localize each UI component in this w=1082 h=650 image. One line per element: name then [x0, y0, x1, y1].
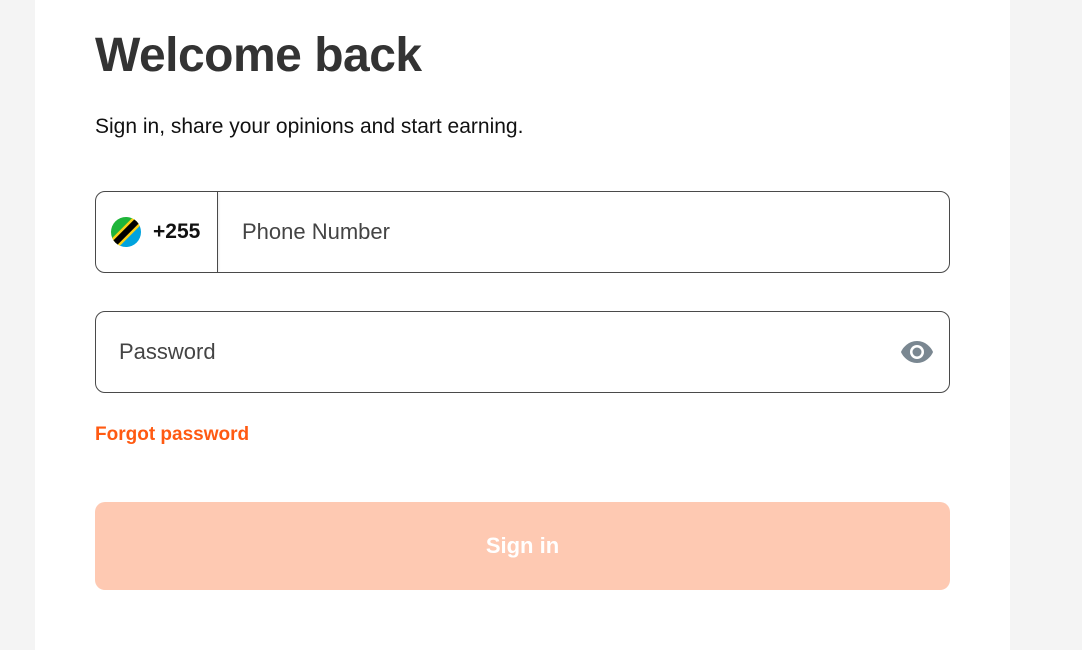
tanzania-flag-icon	[111, 217, 141, 247]
password-field	[95, 311, 950, 393]
eye-icon[interactable]	[900, 340, 934, 364]
password-input[interactable]	[96, 312, 900, 392]
phone-number-input[interactable]	[218, 192, 949, 272]
page-title: Welcome back	[95, 29, 422, 82]
phone-field: +255	[95, 191, 950, 273]
login-card: Welcome back Sign in, share your opinion…	[35, 0, 1010, 650]
dial-code: +255	[153, 220, 201, 243]
forgot-password-link[interactable]: Forgot password	[95, 424, 249, 446]
page-subtitle: Sign in, share your opinions and start e…	[95, 115, 524, 138]
sign-in-button[interactable]: Sign in	[95, 502, 950, 590]
country-code-picker[interactable]: +255	[96, 192, 218, 272]
